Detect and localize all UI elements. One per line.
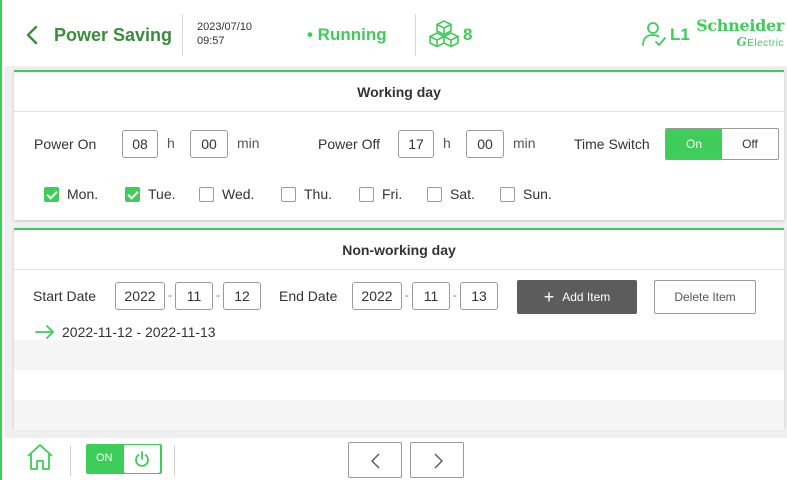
date-separator: -	[168, 288, 172, 302]
start-month-input[interactable]: 11	[175, 282, 213, 310]
logo-mark: G	[736, 35, 748, 49]
time-text: 09:57	[197, 35, 225, 47]
list-item[interactable]	[14, 340, 784, 370]
time-switch-label: Time Switch	[574, 136, 650, 152]
plus-icon: +	[543, 287, 555, 307]
chevron-right-icon	[434, 453, 443, 469]
day-label: Fri.	[382, 186, 403, 202]
delete-item-button[interactable]: Delete Item	[654, 280, 756, 314]
non-working-day-panel: Non-working day Start Date 2022 - 11 - 1…	[14, 228, 784, 430]
date-range-text: 2022-11-12 - 2022-11-13	[62, 324, 216, 340]
day-checkbox-thu[interactable]: Thu.	[281, 184, 332, 204]
footer: ON	[2, 438, 787, 480]
user-level: L1	[670, 25, 690, 44]
footer-divider	[70, 446, 71, 476]
day-checkbox-mon[interactable]: Mon.	[44, 184, 98, 204]
cubes-icon[interactable]	[427, 18, 461, 52]
prev-page-button[interactable]	[348, 442, 402, 478]
day-label: Wed.	[222, 186, 255, 202]
power-toggle[interactable]: ON	[86, 444, 162, 474]
device-count: 8	[463, 25, 473, 44]
logo-text-schneider: Schneider	[696, 16, 784, 35]
day-label: Tue.	[148, 186, 176, 202]
working-day-panel: Working day Power On 08 h 00 min Power O…	[14, 70, 784, 220]
checkbox-checked[interactable]	[44, 186, 59, 202]
time-switch-on-option[interactable]: On	[666, 129, 722, 159]
checkbox-unchecked[interactable]	[427, 186, 442, 202]
checkbox-checked[interactable]	[125, 186, 140, 202]
checkbox-unchecked[interactable]	[199, 186, 214, 202]
end-date-label: End Date	[279, 288, 338, 304]
hour-unit: h	[167, 135, 175, 151]
power-on-label: Power On	[34, 136, 97, 152]
time-switch-toggle[interactable]: On Off	[665, 128, 779, 160]
power-on-hour-input[interactable]: 08	[122, 130, 158, 158]
power-on-minute-input[interactable]: 00	[190, 130, 228, 158]
date-separator: -	[216, 288, 220, 302]
date-time: 2023/07/10 09:57	[197, 20, 252, 48]
power-off-hour-input[interactable]: 17	[398, 130, 434, 158]
chevron-left-icon[interactable]	[22, 23, 42, 47]
power-off-label: Power Off	[318, 136, 380, 152]
start-date-label: Start Date	[33, 288, 97, 304]
day-label: Sat.	[450, 186, 475, 202]
day-label: Mon.	[67, 186, 99, 202]
start-day-input[interactable]: 12	[223, 282, 261, 310]
power-icon	[135, 451, 149, 467]
power-toggle-knob[interactable]	[124, 445, 160, 473]
day-label: Sun.	[523, 186, 552, 202]
arrow-right-icon	[35, 325, 54, 339]
schneider-logo: Schneider GElectric	[696, 16, 784, 50]
end-day-input[interactable]: 13	[460, 282, 498, 310]
list-item[interactable]	[14, 370, 784, 400]
day-checkbox-sun[interactable]: Sun.	[500, 184, 552, 204]
header-divider	[415, 14, 416, 56]
working-day-title: Working day	[14, 72, 784, 112]
day-checkbox-wed[interactable]: Wed.	[199, 184, 254, 204]
add-item-button[interactable]: + Add Item	[517, 280, 637, 314]
day-checkbox-tue[interactable]: Tue.	[125, 184, 176, 204]
content-area: Working day Power On 08 h 00 min Power O…	[4, 66, 787, 438]
day-checkbox-sat[interactable]: Sat.	[427, 184, 475, 204]
date-text: 2023/07/10	[197, 21, 253, 33]
page-title: Power Saving	[54, 25, 173, 45]
time-switch-off-option[interactable]: Off	[722, 129, 778, 159]
chevron-left-icon	[371, 453, 380, 469]
date-separator: -	[405, 288, 409, 302]
header: Power Saving 2023/07/10 09:57 • Running …	[2, 0, 787, 66]
logo-electric-label: Electric	[747, 38, 784, 49]
start-year-input[interactable]: 2022	[115, 282, 165, 310]
add-item-label: Add Item	[562, 290, 611, 304]
footer-divider	[174, 446, 175, 476]
checkbox-unchecked[interactable]	[500, 186, 515, 202]
day-checkbox-fri[interactable]: Fri.	[359, 184, 402, 204]
date-separator: -	[453, 288, 457, 302]
end-month-input[interactable]: 11	[412, 282, 450, 310]
logo-text-electric: GElectric	[736, 35, 784, 49]
non-working-day-title: Non-working day	[14, 230, 784, 270]
checkbox-unchecked[interactable]	[281, 186, 296, 202]
list-item[interactable]	[14, 400, 784, 430]
minute-unit: min	[237, 135, 260, 151]
end-year-input[interactable]: 2022	[352, 282, 402, 310]
power-off-minute-input[interactable]: 00	[466, 130, 504, 158]
home-icon[interactable]	[26, 443, 54, 471]
header-divider	[182, 14, 183, 56]
next-page-button[interactable]	[410, 442, 464, 478]
power-on-label: ON	[96, 452, 113, 464]
day-label: Thu.	[304, 186, 333, 202]
hour-unit: h	[443, 135, 451, 151]
minute-unit: min	[513, 135, 536, 151]
checkbox-unchecked[interactable]	[359, 186, 374, 202]
app-frame: Power Saving 2023/07/10 09:57 • Running …	[0, 0, 787, 480]
user-check-icon[interactable]	[640, 20, 668, 48]
running-status: • Running	[307, 25, 387, 44]
